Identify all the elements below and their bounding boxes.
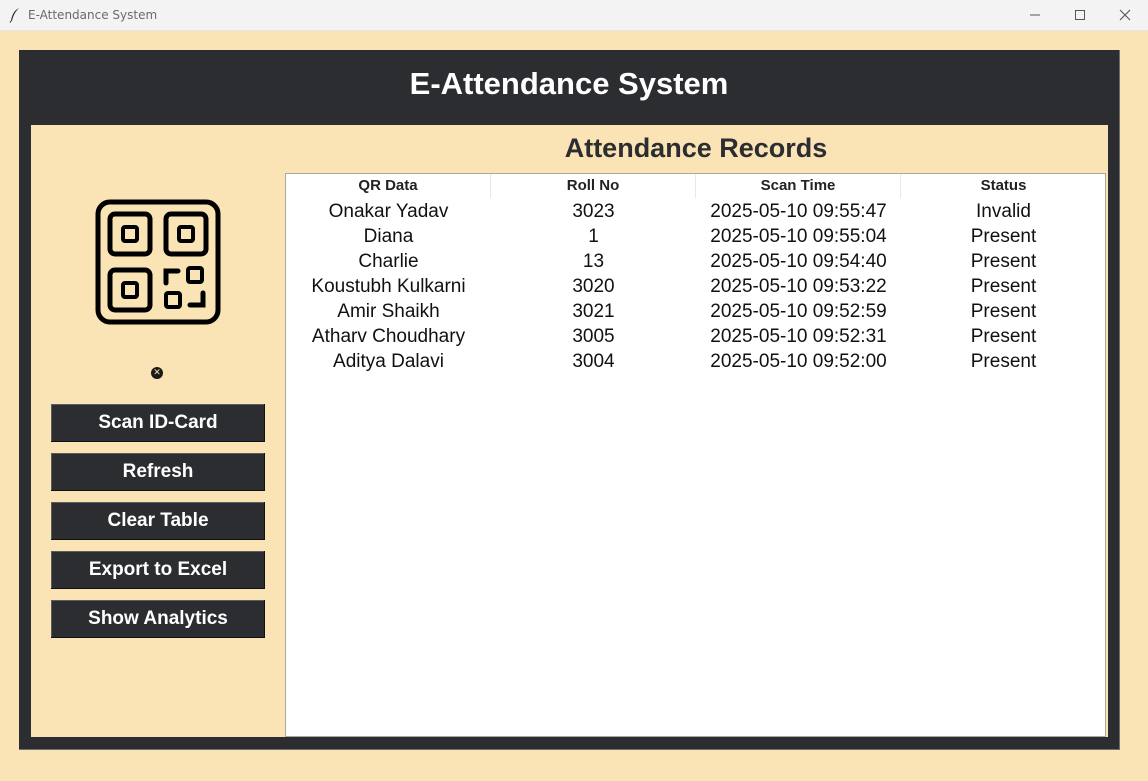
table-row[interactable]: Diana 1 2025-05-10 09:55:04 Present (286, 224, 1105, 249)
cell-scan-time: 2025-05-10 09:52:00 (710, 351, 887, 372)
close-button[interactable] (1102, 0, 1148, 30)
records-title: Attendance Records (564, 133, 828, 163)
table-row[interactable]: Koustubh Kulkarni 3020 2025-05-10 09:53:… (286, 274, 1105, 299)
cell-qr-data: Koustubh Kulkarni (311, 276, 466, 297)
close-circle-icon: ✕ (151, 367, 163, 379)
cell-status: Present (970, 326, 1037, 347)
cell-status: Invalid (976, 201, 1031, 222)
minimize-button[interactable] (1012, 0, 1058, 30)
attendance-table[interactable]: QR Data Roll No Scan Time Status Onakar … (285, 173, 1106, 737)
cell-qr-data: Charlie (358, 251, 419, 272)
cell-status: Present (970, 226, 1037, 247)
table-row[interactable]: Atharv Choudhary 3005 2025-05-10 09:52:3… (286, 324, 1105, 349)
column-header-roll-no[interactable]: Roll No (491, 174, 696, 198)
maximize-button[interactable] (1057, 0, 1103, 30)
cell-roll-no: 13 (582, 251, 605, 272)
cell-qr-data: Aditya Dalavi (333, 351, 444, 372)
cell-status: Present (970, 301, 1037, 322)
cell-scan-time: 2025-05-10 09:53:22 (710, 276, 887, 297)
show-analytics-button[interactable]: Show Analytics (51, 600, 265, 638)
cell-roll-no: 3020 (572, 276, 615, 297)
column-header-scan-time[interactable]: Scan Time (696, 174, 901, 198)
table-row[interactable]: Charlie 13 2025-05-10 09:54:40 Present (286, 249, 1105, 274)
cell-roll-no: 3004 (572, 351, 615, 372)
table-row[interactable]: Amir Shaikh 3021 2025-05-10 09:52:59 Pre… (286, 299, 1105, 324)
scan-id-card-button[interactable]: Scan ID-Card (51, 404, 265, 442)
table-header: QR Data Roll No Scan Time Status (286, 174, 1105, 198)
cell-roll-no: 3021 (572, 301, 615, 322)
cell-status: Present (970, 351, 1037, 372)
cell-status: Present (970, 276, 1037, 297)
cell-scan-time: 2025-05-10 09:52:31 (710, 326, 887, 347)
feather-icon (9, 8, 19, 23)
cell-scan-time: 2025-05-10 09:55:04 (710, 226, 887, 247)
maximize-icon (1075, 10, 1085, 20)
column-header-qr-data[interactable]: QR Data (286, 174, 491, 198)
window-title: E-Attendance System (28, 8, 158, 22)
cell-qr-data: Atharv Choudhary (311, 326, 466, 347)
cell-roll-no: 1 (588, 226, 599, 247)
minimize-icon (1030, 14, 1040, 16)
cell-qr-data: Onakar Yadav (328, 201, 449, 222)
cell-qr-data: Amir Shaikh (337, 301, 440, 322)
table-row[interactable]: Aditya Dalavi 3004 2025-05-10 09:52:00 P… (286, 349, 1105, 374)
cell-scan-time: 2025-05-10 09:55:47 (710, 201, 887, 222)
table-row[interactable]: Onakar Yadav 3023 2025-05-10 09:55:47 In… (286, 199, 1105, 224)
cell-roll-no: 3005 (572, 326, 615, 347)
app-title: E-Attendance System (409, 66, 729, 101)
column-header-status[interactable]: Status (901, 174, 1106, 198)
qr-code-icon (95, 199, 221, 325)
cell-qr-data: Diana (363, 226, 414, 247)
window-titlebar: E-Attendance System (0, 0, 1148, 31)
cell-status: Present (970, 251, 1037, 272)
close-icon (1119, 9, 1131, 21)
export-to-excel-button[interactable]: Export to Excel (51, 551, 265, 589)
refresh-button[interactable]: Refresh (51, 453, 265, 491)
cell-scan-time: 2025-05-10 09:52:59 (710, 301, 887, 322)
cell-roll-no: 3023 (572, 201, 615, 222)
cell-scan-time: 2025-05-10 09:54:40 (710, 251, 887, 272)
clear-table-button[interactable]: Clear Table (51, 502, 265, 540)
